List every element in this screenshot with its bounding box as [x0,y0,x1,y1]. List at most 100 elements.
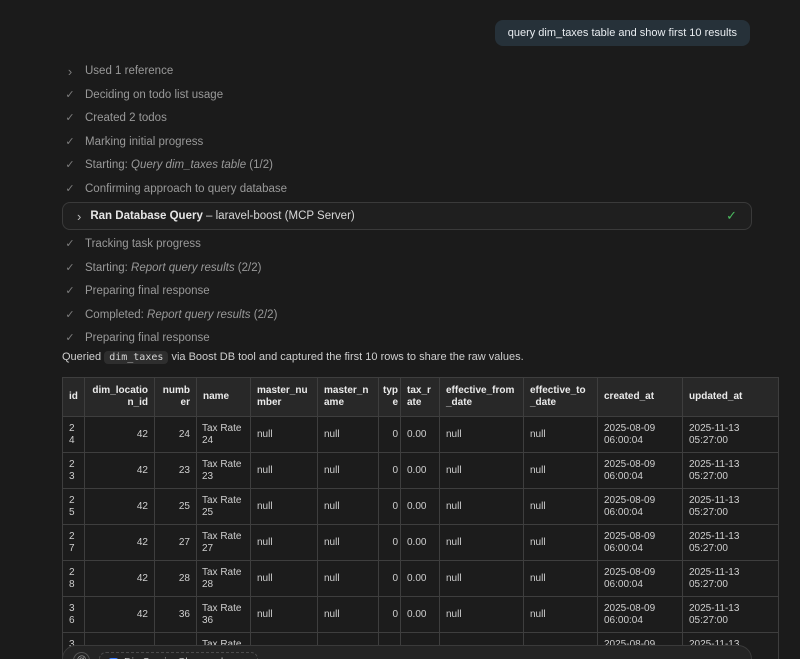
table-cell: 0 [379,561,401,597]
table-row: 364236Tax Rate 36nullnull00.00nullnull20… [63,597,779,633]
progress-item: ✓ Marking initial progress [65,136,287,149]
chevron-right-icon: › [65,66,75,77]
table-cell: null [251,417,318,453]
column-header: type [379,378,401,417]
table-cell: 0.00 [401,597,440,633]
table-cell: 24 [63,417,85,453]
check-icon: ✓ [65,159,75,172]
progress-item: ✓ Created 2 todos [65,112,287,125]
context-file-chip[interactable]: DimServiceCharge.php × [99,652,258,659]
table-cell: 23 [63,453,85,489]
progress-item: ✓ Confirming approach to query database [65,183,287,196]
column-header: number [155,378,197,417]
table-cell: 0.00 [401,417,440,453]
progress-label: Completed: Report query results (2/2) [85,309,277,322]
add-context-button[interactable]: @ [73,652,90,659]
progress-item: ✓ Starting: Query dim_taxes table (1/2) [65,159,287,172]
table-cell: 36 [63,597,85,633]
check-icon: ✓ [65,262,75,275]
tool-call-title: Ran Database Query – laravel-boost (MCP … [90,210,354,222]
table-cell: null [318,597,379,633]
column-header: id [63,378,85,417]
table-cell: null [318,453,379,489]
progress-label: Used 1 reference [85,65,173,78]
table-cell: 2025-08-09 06:00:04 [598,417,683,453]
table-cell: null [524,453,598,489]
table-cell: Tax Rate 36 [197,597,251,633]
composer-bar[interactable]: @ DimServiceCharge.php × [62,645,752,659]
table-cell: 2025-11-13 05:27:00 [683,489,779,525]
progress-list-bottom: ✓ Tracking task progress ✓ Starting: Rep… [65,238,277,345]
table-cell: 2025-11-13 05:27:00 [683,417,779,453]
table-cell: 23 [155,453,197,489]
progress-label: Preparing final response [85,332,210,345]
table-cell: null [440,525,524,561]
user-message-bubble: query dim_taxes table and show first 10 … [495,20,750,46]
progress-item: ✓ Preparing final response [65,332,277,345]
table-cell: null [440,417,524,453]
table-cell: 0 [379,453,401,489]
table-cell: null [318,525,379,561]
table-cell: 25 [63,489,85,525]
table-cell: Tax Rate 28 [197,561,251,597]
column-header: effective_to_date [524,378,598,417]
table-cell: 24 [155,417,197,453]
progress-label: Preparing final response [85,285,210,298]
check-icon: ✓ [65,183,75,196]
progress-item: ✓ Deciding on todo list usage [65,89,287,102]
query-results-table-container: iddim_location_idnumbernamemaster_number… [62,377,784,659]
progress-item: ✓ Completed: Report query results (2/2) [65,309,277,322]
table-cell: 28 [155,561,197,597]
table-cell: 27 [63,525,85,561]
table-cell: 2025-08-09 06:00:04 [598,453,683,489]
column-header: master_number [251,378,318,417]
table-cell: null [318,561,379,597]
table-cell: null [524,489,598,525]
check-icon: ✓ [65,136,75,149]
table-cell: null [318,417,379,453]
progress-label: Starting: Report query results (2/2) [85,262,261,275]
chat-view: query dim_taxes table and show first 10 … [0,0,800,659]
table-cell: 42 [85,489,155,525]
table-cell: 36 [155,597,197,633]
table-cell: Tax Rate 23 [197,453,251,489]
column-header: master_name [318,378,379,417]
table-cell: 0 [379,597,401,633]
table-cell: 42 [85,417,155,453]
progress-label: Tracking task progress [85,238,201,251]
progress-label: Starting: Query dim_taxes table (1/2) [85,159,273,172]
progress-label: Confirming approach to query database [85,183,287,196]
table-cell: null [524,597,598,633]
inline-code: dim_taxes [104,351,168,364]
table-cell: null [251,597,318,633]
check-icon: ✓ [65,332,75,345]
table-cell: Tax Rate 24 [197,417,251,453]
table-cell: null [251,525,318,561]
table-cell: 42 [85,597,155,633]
table-cell: null [440,561,524,597]
table-cell: 2025-11-13 05:27:00 [683,453,779,489]
table-cell: 2025-11-13 05:27:00 [683,525,779,561]
table-cell: 42 [85,561,155,597]
table-cell: 0.00 [401,525,440,561]
table-cell: 0 [379,489,401,525]
column-header: dim_location_id [85,378,155,417]
query-results-table: iddim_location_idnumbernamemaster_number… [62,377,779,659]
chevron-right-icon: › [77,211,81,222]
table-cell: null [524,561,598,597]
table-cell: 0 [379,525,401,561]
table-cell: 42 [85,453,155,489]
table-header-row: iddim_location_idnumbernamemaster_number… [63,378,779,417]
check-icon: ✓ [65,89,75,102]
table-cell: null [524,417,598,453]
column-header: effective_from_date [440,378,524,417]
progress-item: ✓ Preparing final response [65,285,277,298]
table-cell: 0.00 [401,489,440,525]
column-header: name [197,378,251,417]
progress-label: Deciding on todo list usage [85,89,223,102]
check-icon: ✓ [65,112,75,125]
progress-item: ✓ Starting: Report query results (2/2) [65,262,277,275]
progress-item-used-references[interactable]: › Used 1 reference [65,65,287,78]
tool-call-card[interactable]: › Ran Database Query – laravel-boost (MC… [62,202,752,230]
table-cell: null [251,453,318,489]
